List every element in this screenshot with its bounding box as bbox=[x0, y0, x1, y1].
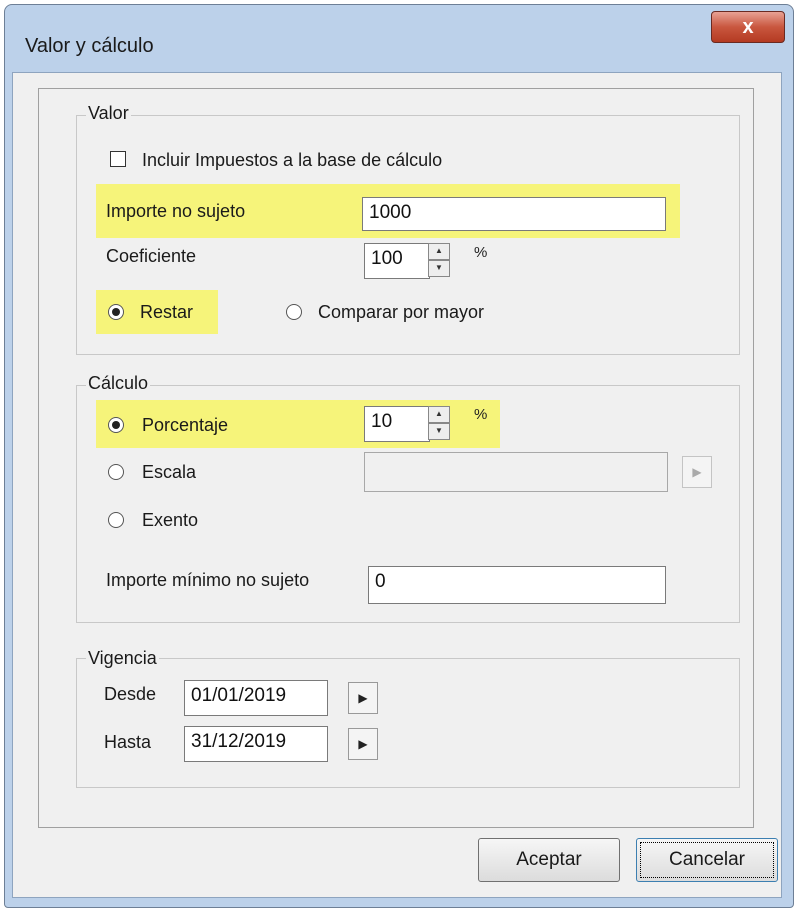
aceptar-button[interactable]: Aceptar bbox=[478, 838, 620, 882]
vigencia-group bbox=[76, 658, 740, 788]
escala-radio[interactable] bbox=[108, 464, 124, 480]
spin-up-icon[interactable]: ▲ bbox=[428, 243, 450, 260]
include-taxes-checkbox[interactable] bbox=[110, 151, 126, 167]
desde-input[interactable]: 01/01/2019 bbox=[184, 680, 328, 716]
coeficiente-label: Coeficiente bbox=[106, 246, 197, 266]
escala-label: Escala bbox=[142, 462, 197, 482]
window-title: Valor y cálculo bbox=[25, 35, 154, 57]
escala-select-button: ▶ bbox=[682, 456, 712, 488]
spin-down-icon[interactable]: ▼ bbox=[428, 260, 450, 277]
coeficiente-spinner[interactable]: ▲ ▼ bbox=[428, 243, 450, 279]
porcentaje-label: Porcentaje bbox=[142, 415, 229, 435]
hasta-label: Hasta bbox=[104, 732, 152, 752]
include-taxes-label: Incluir Impuestos a la base de cálculo bbox=[142, 150, 443, 170]
cancelar-button[interactable]: Cancelar bbox=[636, 838, 778, 882]
importe-minimo-input[interactable]: 0 bbox=[368, 566, 666, 604]
valor-legend: Valor bbox=[86, 103, 131, 124]
restar-label: Restar bbox=[140, 302, 194, 322]
comparar-radio[interactable] bbox=[286, 304, 302, 320]
vigencia-legend: Vigencia bbox=[86, 648, 159, 669]
spin-up-icon[interactable]: ▲ bbox=[428, 406, 450, 423]
porcentaje-input[interactable]: 10 bbox=[364, 406, 430, 442]
porcentaje-unit: % bbox=[474, 406, 488, 423]
importe-no-sujeto-input[interactable]: 1000 bbox=[362, 197, 666, 231]
calculo-legend: Cálculo bbox=[86, 373, 151, 394]
coeficiente-unit: % bbox=[474, 244, 488, 261]
hasta-picker-button[interactable]: ▶ bbox=[348, 728, 378, 760]
porcentaje-spinner[interactable]: ▲ ▼ bbox=[428, 406, 450, 442]
desde-picker-button[interactable]: ▶ bbox=[348, 682, 378, 714]
comparar-label: Comparar por mayor bbox=[318, 302, 485, 322]
escala-input bbox=[364, 452, 668, 492]
exento-radio[interactable] bbox=[108, 512, 124, 528]
spin-down-icon[interactable]: ▼ bbox=[428, 423, 450, 440]
importe-no-sujeto-label: Importe no sujeto bbox=[106, 201, 246, 221]
restar-radio[interactable] bbox=[108, 304, 124, 320]
exento-label: Exento bbox=[142, 510, 199, 530]
desde-label: Desde bbox=[104, 684, 157, 704]
hasta-input[interactable]: 31/12/2019 bbox=[184, 726, 328, 762]
importe-minimo-label: Importe mínimo no sujeto bbox=[106, 570, 310, 590]
coeficiente-input[interactable]: 100 bbox=[364, 243, 430, 279]
close-button[interactable]: x bbox=[711, 11, 785, 43]
porcentaje-radio[interactable] bbox=[108, 417, 124, 433]
